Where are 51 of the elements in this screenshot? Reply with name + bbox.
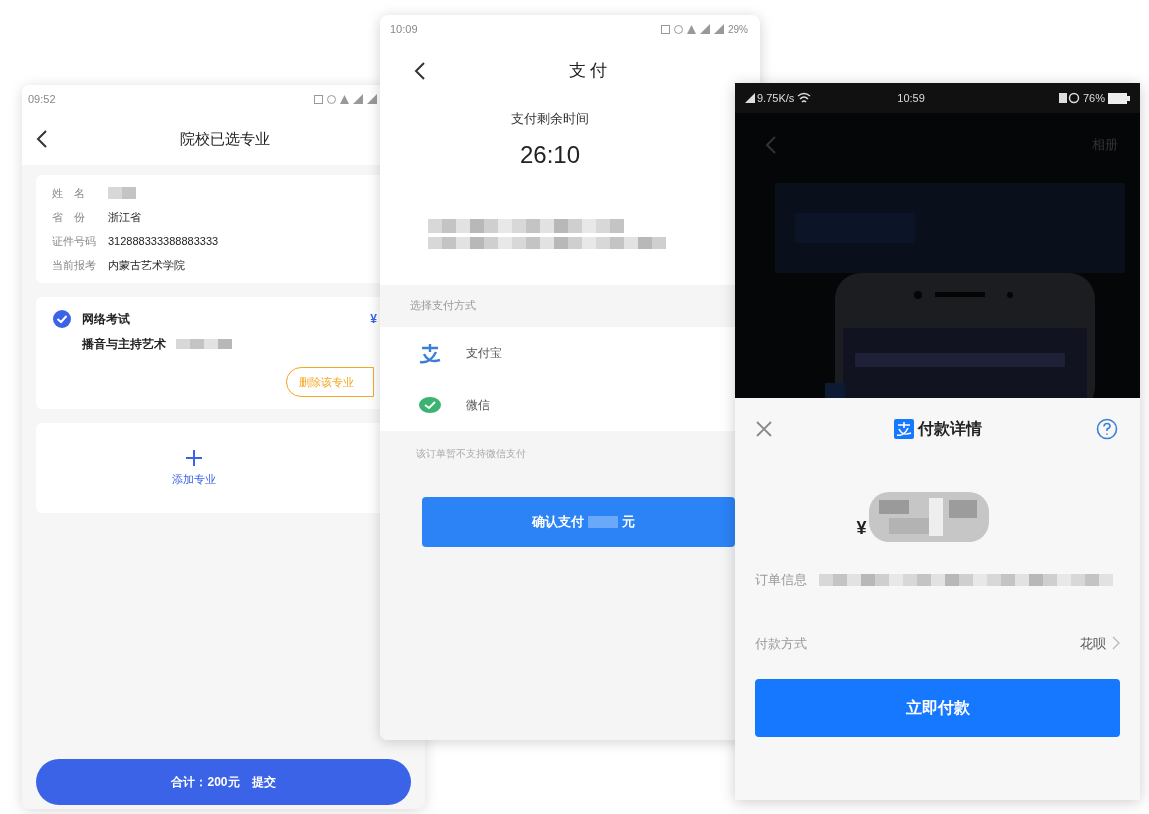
pay-now-button[interactable]: 立即付款 <box>755 679 1120 737</box>
field-value: 内蒙古艺术学院 <box>108 257 185 273</box>
field-label: 订单信息 <box>755 571 807 589</box>
payment-method-row[interactable]: 付款方式 花呗 <box>735 633 1140 653</box>
network-speed: 9.75K/s <box>757 90 795 106</box>
exam-type: 网络考试 <box>82 311 130 328</box>
chat-bubble-icon <box>418 394 442 415</box>
close-icon[interactable] <box>755 420 773 438</box>
alipay-logo-icon <box>893 419 914 439</box>
status-time: 09:52 <box>28 91 56 107</box>
field-label: 证件号码 <box>52 233 97 249</box>
countdown-timer: 26:10 <box>519 139 581 170</box>
status-time: 10:09 <box>390 21 418 37</box>
section-label: 选择支付方式 <box>410 298 476 314</box>
signal-icon <box>745 93 755 103</box>
screen-title: 院校已选专业 <box>178 128 271 149</box>
field-value: 浙江省 <box>108 209 141 225</box>
battery-percent: 29% <box>728 22 748 37</box>
field-value: 312888333388883333 <box>108 233 219 249</box>
blurred-tag <box>176 339 232 349</box>
alarm-icon <box>327 94 336 104</box>
add-major-link[interactable]: 添加专业 <box>171 470 216 488</box>
notification-icon <box>661 24 670 34</box>
plus-icon <box>184 448 203 467</box>
battery-percent: 76% <box>1082 90 1105 106</box>
notification-icon <box>314 94 323 104</box>
status-time: 10:59 <box>897 90 925 106</box>
note-text: 该订单暂不支持微信支付 <box>416 447 526 461</box>
alipay-icon <box>418 341 442 364</box>
battery-icon <box>1108 92 1130 104</box>
wifi-icon <box>797 92 812 104</box>
back-icon[interactable] <box>36 129 48 149</box>
currency-sign: ¥ <box>856 517 867 540</box>
screen-title: 支付 <box>568 60 612 83</box>
chevron-right-icon <box>1112 636 1120 651</box>
price-text: ¥ <box>370 311 377 328</box>
sheet-title: 付款详情 <box>917 418 982 440</box>
help-icon[interactable] <box>1096 418 1118 440</box>
field-label: 姓 名 <box>52 185 86 201</box>
checkbox[interactable] <box>52 309 72 329</box>
countdown-label: 支付剩余时间 <box>511 110 589 128</box>
field-value: 花呗 <box>1080 634 1106 653</box>
back-icon[interactable] <box>414 61 426 81</box>
field-label: 省 份 <box>52 209 86 225</box>
submit-button[interactable]: 合计：200元 提交 <box>36 759 411 805</box>
alarm-icon <box>674 24 683 34</box>
field-label: 付款方式 <box>755 634 807 653</box>
confirm-pay-button[interactable]: 确认支付 元 <box>422 496 735 547</box>
blurred-amount <box>588 515 618 528</box>
major-name: 播音与主持艺术 <box>82 336 166 353</box>
field-label: 当前报考 <box>52 257 97 273</box>
